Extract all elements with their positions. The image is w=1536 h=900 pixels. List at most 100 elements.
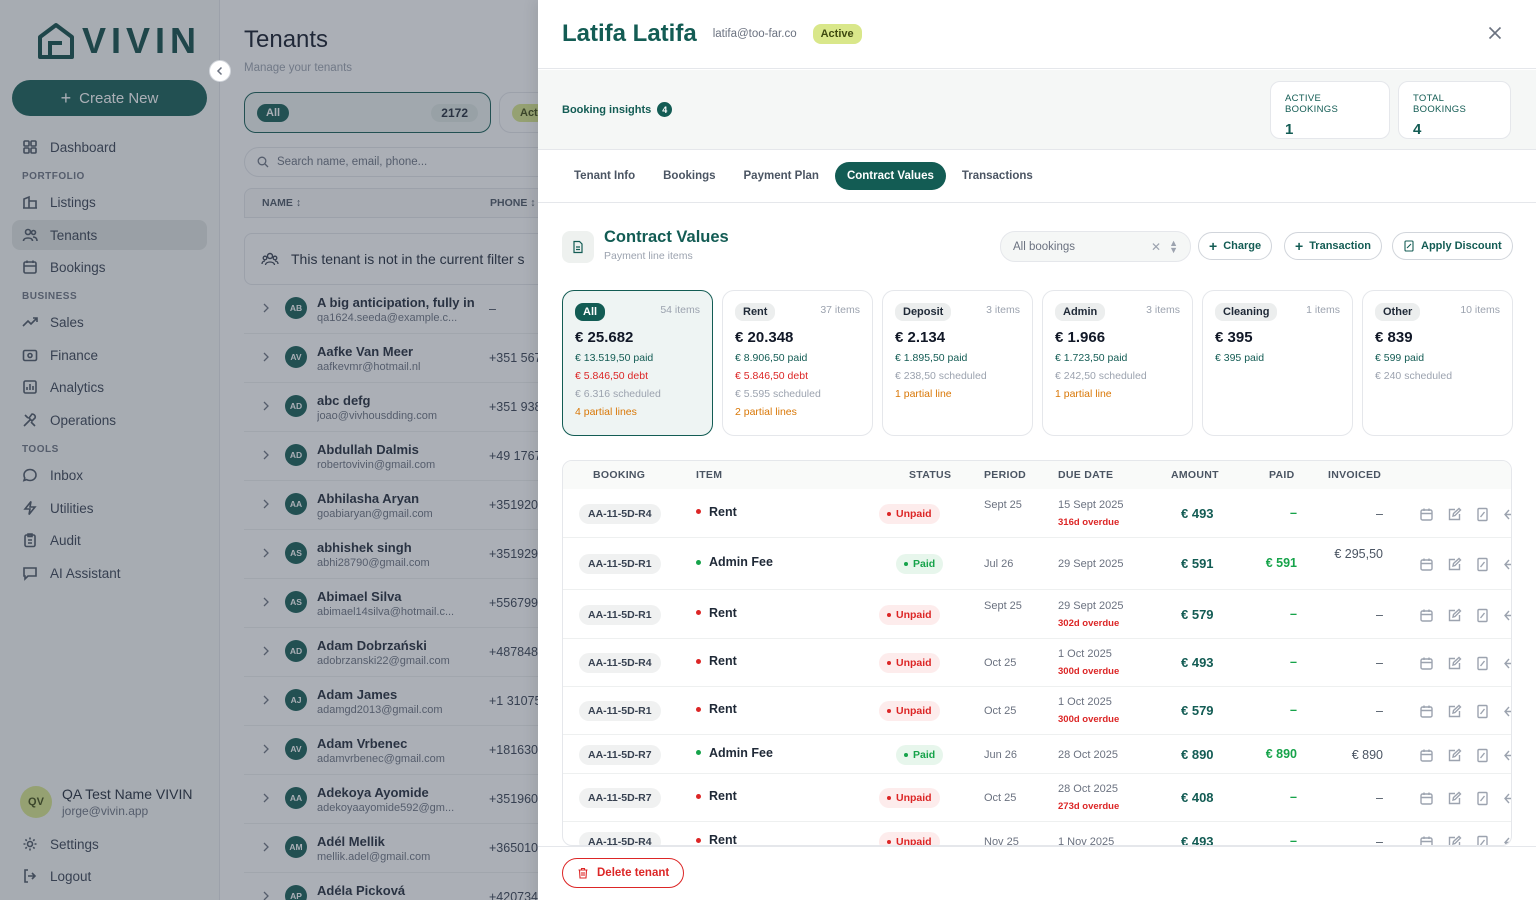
row-actions xyxy=(1419,507,1512,522)
tenant-email: latifa@too-far.co xyxy=(712,28,797,40)
due-date-value: 29 Sept 2025 xyxy=(1058,558,1124,570)
discount-icon[interactable] xyxy=(1475,608,1490,623)
transaction-button[interactable]: + Transaction xyxy=(1284,232,1382,260)
discount-icon[interactable] xyxy=(1475,791,1490,806)
edit-icon[interactable] xyxy=(1447,608,1462,623)
apply-discount-button[interactable]: Apply Discount xyxy=(1392,232,1513,260)
booking-select[interactable]: All bookings ✕ ▲ ▼ xyxy=(1000,231,1191,262)
table-row[interactable]: AA-11-5D-R1 Admin Fee Paid Jul 26 29 Sept 20… xyxy=(563,538,1512,590)
clear-icon[interactable]: ✕ xyxy=(1151,240,1161,254)
period: Sept 25 xyxy=(984,599,1022,612)
stat-total-bookings: TOTAL BOOKINGS 4 xyxy=(1398,81,1511,139)
paid-amount: € 591 xyxy=(1265,556,1297,570)
overdue-label: 273d overdue xyxy=(1058,801,1120,812)
arrow-left-icon[interactable] xyxy=(1503,835,1512,846)
delete-tenant-button[interactable]: Delete tenant xyxy=(562,858,685,888)
category-card-admin[interactable]: Admin 3 items € 1.966 € 1.723,50 paid € 242,… xyxy=(1042,290,1193,436)
close-button[interactable] xyxy=(1488,26,1502,40)
table-row[interactable]: AA-11-5D-R4 Rent Unpaid Sept 25 15 Sept 2025… xyxy=(563,489,1512,538)
tab-transactions[interactable]: Transactions xyxy=(950,162,1045,190)
due-date: 15 Sept 2025 316d overdue xyxy=(1058,497,1123,531)
status-label: Unpaid xyxy=(896,608,932,621)
collapse-sidebar-button[interactable] xyxy=(209,60,231,82)
calendar-icon[interactable] xyxy=(1419,507,1434,522)
card-line-sched: € 5.595 scheduled xyxy=(735,388,821,400)
select-controls: ✕ ▲ ▼ xyxy=(1151,238,1178,254)
calendar-icon[interactable] xyxy=(1419,704,1434,719)
item-status-dot xyxy=(696,837,701,843)
status-dot xyxy=(887,709,891,713)
status-label: Unpaid xyxy=(896,507,932,520)
card-count: 3 items xyxy=(986,304,1020,316)
booking-insights-count: 4 xyxy=(657,102,673,117)
arrow-left-icon[interactable] xyxy=(1503,608,1512,623)
row-actions xyxy=(1419,748,1512,763)
discount-icon[interactable] xyxy=(1475,748,1490,763)
table-row[interactable]: AA-11-5D-R1 Rent Unpaid Oct 25 1 Oct 2025 300… xyxy=(563,687,1512,735)
item-label: Rent xyxy=(709,833,737,846)
charge-button[interactable]: + Charge xyxy=(1198,232,1273,260)
card-tag: All xyxy=(575,303,606,321)
booking-code[interactable]: AA-11-5D-R4 xyxy=(579,653,661,673)
tab-contract-values[interactable]: Contract Values xyxy=(834,162,946,190)
booking-code[interactable]: AA-11-5D-R7 xyxy=(579,744,661,765)
edit-icon[interactable] xyxy=(1447,656,1462,671)
discount-icon[interactable] xyxy=(1475,656,1490,671)
booking-code[interactable]: AA-11-5D-R1 xyxy=(579,701,661,721)
arrow-left-icon[interactable] xyxy=(1503,748,1512,763)
calendar-icon[interactable] xyxy=(1419,608,1434,623)
row-actions xyxy=(1419,835,1512,846)
calendar-icon[interactable] xyxy=(1419,557,1434,572)
arrow-left-icon[interactable] xyxy=(1503,557,1512,572)
tab-payment-plan[interactable]: Payment Plan xyxy=(732,162,831,190)
table-row[interactable]: AA-11-5D-R7 Rent Unpaid Oct 25 28 Oct 2025 27… xyxy=(563,774,1512,822)
category-card-all[interactable]: All 54 items € 25.682 € 13.519,50 paid € 5.8… xyxy=(562,290,713,436)
arrow-left-icon[interactable] xyxy=(1503,656,1512,671)
edit-icon[interactable] xyxy=(1447,748,1462,763)
card-line-part: 2 partial lines xyxy=(735,406,797,418)
delete-tenant-label: Delete tenant xyxy=(597,867,670,879)
category-card-other[interactable]: Other 10 items € 839 € 599 paid € 240 schedu… xyxy=(1362,290,1513,436)
chevron-left-icon xyxy=(216,66,223,76)
tab-tenant-info[interactable]: Tenant Info xyxy=(562,162,647,190)
table-row[interactable]: AA-11-5D-R4 Rent Unpaid Oct 25 1 Oct 2025 300… xyxy=(563,639,1512,687)
discount-icon[interactable] xyxy=(1475,835,1490,846)
category-card-cleaning[interactable]: Cleaning 1 items € 395 € 395 paid xyxy=(1202,290,1353,436)
calendar-icon[interactable] xyxy=(1419,748,1434,763)
discount-icon[interactable] xyxy=(1475,557,1490,572)
table-row[interactable]: AA-11-5D-R1 Rent Unpaid Sept 25 29 Sept 2025… xyxy=(563,590,1512,639)
calendar-icon[interactable] xyxy=(1419,791,1434,806)
edit-icon[interactable] xyxy=(1447,557,1462,572)
edit-icon[interactable] xyxy=(1447,791,1462,806)
table-row[interactable]: AA-11-5D-R7 Admin Fee Paid Jun 26 28 Oct 202… xyxy=(563,735,1512,774)
item-name: Rent xyxy=(696,654,737,668)
row-actions xyxy=(1419,557,1512,572)
booking-code[interactable]: AA-11-5D-R1 xyxy=(579,554,661,574)
item-label: Rent xyxy=(709,504,737,519)
arrow-left-icon[interactable] xyxy=(1503,704,1512,719)
calendar-icon[interactable] xyxy=(1419,835,1434,846)
booking-code[interactable]: AA-11-5D-R4 xyxy=(579,832,661,845)
booking-code[interactable]: AA-11-5D-R1 xyxy=(579,604,661,625)
category-card-deposit[interactable]: Deposit 3 items € 2.134 € 1.895,50 paid € 23… xyxy=(882,290,1033,436)
booking-code[interactable]: AA-11-5D-R7 xyxy=(579,788,661,808)
edit-icon[interactable] xyxy=(1447,704,1462,719)
card-amount: € 839 xyxy=(1375,329,1413,346)
edit-icon[interactable] xyxy=(1447,835,1462,846)
table-row[interactable]: AA-11-5D-R4 Rent Unpaid Nov 25 1 Nov 2025 € 4… xyxy=(563,822,1512,846)
booking-insights-toggle[interactable]: Booking insights 4 xyxy=(562,102,673,117)
discount-icon[interactable] xyxy=(1475,507,1490,522)
discount-icon[interactable] xyxy=(1475,704,1490,719)
booking-code[interactable]: AA-11-5D-R4 xyxy=(579,503,661,524)
item-name: Admin Fee xyxy=(696,555,773,569)
arrow-left-icon[interactable] xyxy=(1503,791,1512,806)
status-label: Unpaid xyxy=(896,792,932,804)
col-period: PERIOD xyxy=(984,469,1027,481)
category-card-rent[interactable]: Rent 37 items € 20.348 € 8.906,50 paid € 5.8… xyxy=(722,290,873,436)
arrow-left-icon[interactable] xyxy=(1503,507,1512,522)
tab-bookings[interactable]: Bookings xyxy=(651,162,727,190)
calendar-icon[interactable] xyxy=(1419,656,1434,671)
edit-icon[interactable] xyxy=(1447,507,1462,522)
card-line-sched: € 240 scheduled xyxy=(1375,370,1453,382)
modal-backdrop[interactable] xyxy=(0,0,538,900)
